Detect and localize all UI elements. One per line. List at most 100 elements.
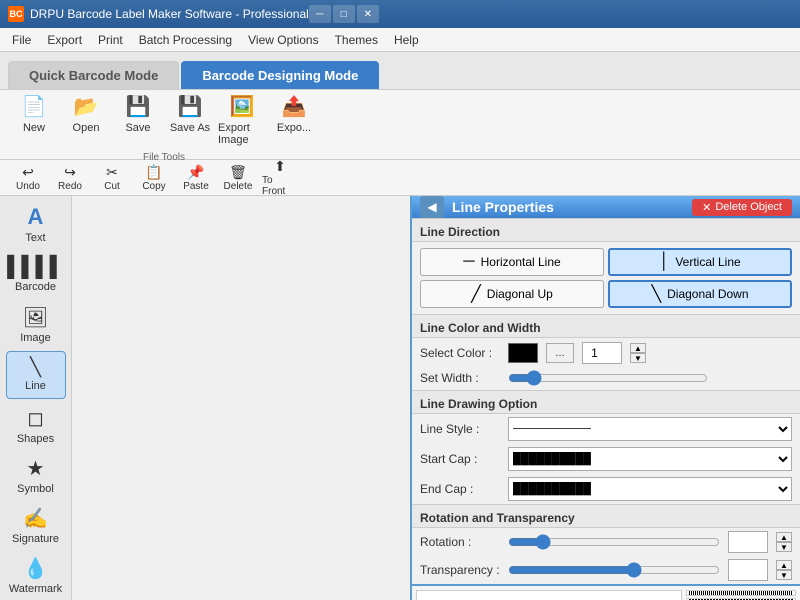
width-up-button[interactable]: ▲ [630, 343, 646, 353]
delete-button[interactable]: 🗑 Delete [218, 162, 258, 194]
line-style-label: Line Style : [420, 422, 500, 436]
width-slider[interactable] [508, 370, 708, 386]
rotation-up-button[interactable]: ▲ [776, 532, 792, 542]
minimize-button[interactable]: ─ [309, 5, 331, 23]
close-button[interactable]: ✕ [357, 5, 379, 23]
width-down-button[interactable]: ▼ [630, 353, 646, 363]
rotation-label: Rotation : [420, 535, 500, 549]
menu-export[interactable]: Export [39, 31, 90, 49]
width-number-input[interactable] [582, 342, 622, 364]
back-button[interactable]: ◀ [420, 196, 444, 218]
barcode-thumb-1[interactable] [686, 590, 796, 596]
transparency-number-input[interactable]: 100 [728, 559, 768, 581]
start-cap-label: Start Cap : [420, 452, 500, 466]
delete-object-button[interactable]: ✕ Delete Object [692, 199, 792, 216]
toolbar: 📄 New 📂 Open 💾 Save 💾 Save As 🖼️ Export … [0, 90, 800, 160]
line-style-row: Line Style : ────────── - - - - - - ····… [412, 414, 800, 444]
transparency-down-button[interactable]: ▼ [776, 570, 792, 580]
new-icon: 📄 [18, 90, 50, 122]
sidebar-tool-watermark[interactable]: 💧 Watermark [6, 552, 66, 600]
tab-quick-barcode[interactable]: Quick Barcode Mode [8, 61, 179, 89]
diagonal-down-icon: ╲ [651, 284, 661, 304]
image-icon: 🖼 [23, 305, 48, 330]
export-icon: 📤 [278, 90, 310, 122]
set-width-label: Set Width : [420, 371, 500, 385]
sidebar-tool-shapes[interactable]: ◻ Shapes [6, 401, 66, 449]
open-icon: 📂 [70, 90, 102, 122]
sidebar-tool-text[interactable]: A Text [6, 200, 66, 248]
toolbar-saveas-button[interactable]: 💾 Save As [164, 86, 216, 150]
transparency-spinner: ▲ ▼ [776, 560, 792, 580]
redo-icon: ↪ [64, 164, 76, 181]
main-area: A Text ▌▌▌▌ Barcode 🖼 Image ╲ Line ◻ Sha… [0, 196, 800, 600]
vertical-line-button[interactable]: │ Vertical Line [608, 248, 792, 276]
end-cap-select[interactable]: ██████████ Flat Round [508, 477, 792, 501]
toolbar-open-button[interactable]: 📂 Open [60, 86, 112, 150]
diagonal-up-button[interactable]: ╱ Diagonal Up [420, 280, 604, 308]
start-cap-select[interactable]: ██████████ Flat Round [508, 447, 792, 471]
rotation-number-input[interactable]: 0 [728, 531, 768, 553]
menu-themes[interactable]: Themes [327, 31, 386, 49]
toolbar-new-button[interactable]: 📄 New [8, 86, 60, 150]
direction-grid: ─ Horizontal Line │ Vertical Line ╱ Diag… [412, 242, 800, 314]
transparency-up-button[interactable]: ▲ [776, 560, 792, 570]
copy-button[interactable]: 📋 Copy [134, 162, 174, 194]
rotation-spinner: ▲ ▼ [776, 532, 792, 552]
saveas-icon: 💾 [174, 90, 206, 122]
symbol-icon: ★ [27, 456, 45, 481]
canvas-wrapper: 10 20 30 40 50 60 70 10 20 30 40 50 60 7… [72, 196, 800, 600]
menu-view[interactable]: View Options [240, 31, 326, 49]
line-style-select[interactable]: ────────── - - - - - - ····· [508, 417, 792, 441]
rotation-section-title: Rotation and Transparency [412, 504, 800, 528]
vertical-line-icon: │ [659, 253, 669, 271]
export-image-icon: 🖼️ [226, 90, 258, 122]
end-cap-row: End Cap : ██████████ Flat Round [412, 474, 800, 504]
sidebar-tool-line[interactable]: ╲ Line [6, 351, 66, 399]
save-icon: 💾 [122, 90, 154, 122]
shapes-icon: ◻ [27, 406, 44, 431]
barcode-icon: ▌▌▌▌ [7, 256, 64, 279]
transparency-row: Transparency : 100 ▲ ▼ [412, 556, 800, 584]
toolbar-save-button[interactable]: 💾 Save [112, 86, 164, 150]
menu-print[interactable]: Print [90, 31, 131, 49]
undo-button[interactable]: ↩ Undo [8, 162, 48, 194]
titlebar: BC DRPU Barcode Label Maker Software - P… [0, 0, 800, 28]
sidebar-tool-symbol[interactable]: ★ Symbol [6, 451, 66, 499]
barcode-thumbnails [686, 590, 796, 596]
toolbar-export-button[interactable]: 📤 Expo... [268, 86, 320, 150]
maximize-button[interactable]: □ [333, 5, 355, 23]
redo-button[interactable]: ↪ Redo [50, 162, 90, 194]
color-more-button[interactable]: … [546, 343, 574, 363]
rotation-slider[interactable] [508, 534, 720, 550]
menu-help[interactable]: Help [386, 31, 427, 49]
paste-button[interactable]: 📌 Paste [176, 162, 216, 194]
sidebar-tool-signature[interactable]: ✍ Signature [6, 502, 66, 550]
text-icon: A [28, 204, 44, 230]
sidebar-tool-image[interactable]: 🖼 Image [6, 301, 66, 349]
menu-batch[interactable]: Batch Processing [131, 31, 240, 49]
titlebar-text: DRPU Barcode Label Maker Software - Prof… [30, 7, 309, 21]
direction-section-title: Line Direction [412, 218, 800, 242]
menu-file[interactable]: File [4, 31, 39, 49]
menubar: File Export Print Batch Processing View … [0, 28, 800, 52]
app-icon: BC [8, 6, 24, 22]
paste-icon: 📌 [187, 164, 204, 181]
width-row: Set Width : [412, 368, 800, 390]
color-swatch[interactable] [508, 343, 538, 363]
tofront-button[interactable]: ⬆ To Front [260, 156, 300, 199]
left-sidebar: A Text ▌▌▌▌ Barcode 🖼 Image ╲ Line ◻ Sha… [0, 196, 72, 600]
end-cap-label: End Cap : [420, 482, 500, 496]
mode-tabs: Quick Barcode Mode Barcode Designing Mod… [0, 52, 800, 90]
edit-toolbar: ↩ Undo ↪ Redo ✂ Cut 📋 Copy 📌 Paste 🗑 Del… [0, 160, 800, 196]
transparency-slider[interactable] [508, 562, 720, 578]
toolbar-export-image-button[interactable]: 🖼️ Export Image [216, 86, 268, 150]
horizontal-line-button[interactable]: ─ Horizontal Line [420, 248, 604, 276]
select-color-label: Select Color : [420, 346, 500, 360]
diagonal-down-button[interactable]: ╲ Diagonal Down [608, 280, 792, 308]
cut-button[interactable]: ✂ Cut [92, 162, 132, 194]
tab-barcode-designing[interactable]: Barcode Designing Mode [181, 61, 379, 89]
sidebar-tool-barcode[interactable]: ▌▌▌▌ Barcode [6, 250, 66, 298]
line-properties-panel: ◀ Line Properties ✕ Delete Object Line D… [410, 196, 800, 600]
rotation-down-button[interactable]: ▼ [776, 542, 792, 552]
barcode-preview-main: LOGMARS Font 548796362548 [416, 590, 682, 600]
